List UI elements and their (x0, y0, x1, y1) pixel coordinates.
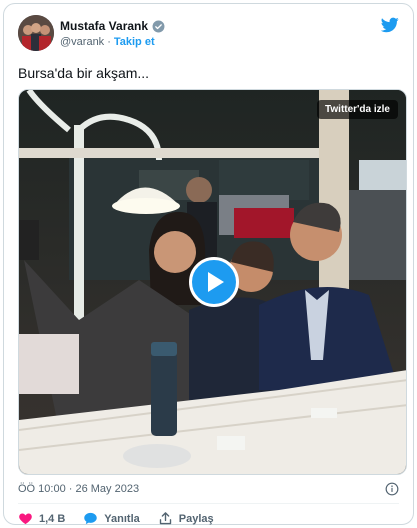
play-button[interactable] (189, 257, 239, 307)
verified-badge-icon (152, 20, 165, 32)
video-thumbnail[interactable]: Twitter'da izle (18, 89, 407, 475)
reply-label: Yanıtla (104, 512, 140, 525)
share-label: Paylaş (178, 512, 214, 525)
action-bar: 1,4 B Yanıtla Paylaş (18, 511, 214, 526)
reply-bubble-icon (84, 512, 98, 525)
tweet-header: Mustafa Varank @varank · Takip et (18, 15, 399, 55)
play-icon (208, 272, 224, 292)
reply-action[interactable]: Yanıtla (83, 511, 140, 526)
handle-row: @varank · Takip et (60, 36, 155, 48)
handle[interactable]: @varank (60, 36, 104, 48)
avatar[interactable] (18, 15, 54, 51)
divider (18, 503, 399, 504)
name-row: Mustafa Varank (60, 19, 165, 33)
heart-icon (19, 513, 32, 525)
twitter-bird-icon[interactable] (381, 17, 399, 33)
tweet-text: Bursa'da bir akşam... (18, 65, 150, 81)
tweet-card: Mustafa Varank @varank · Takip et Bursa'… (3, 3, 414, 525)
separator: · (107, 36, 111, 48)
like-count: 1,4 B (39, 512, 66, 525)
share-icon (159, 512, 171, 525)
timestamp[interactable]: ÖÖ 10:00 · 26 May 2023 (18, 483, 139, 495)
display-name[interactable]: Mustafa Varank (60, 19, 148, 33)
watch-on-twitter-badge[interactable]: Twitter'da izle (317, 100, 398, 119)
follow-button[interactable]: Takip et (114, 36, 155, 48)
info-icon[interactable] (385, 482, 399, 496)
share-action[interactable]: Paylaş (158, 511, 214, 526)
like-action[interactable]: 1,4 B (18, 511, 65, 526)
